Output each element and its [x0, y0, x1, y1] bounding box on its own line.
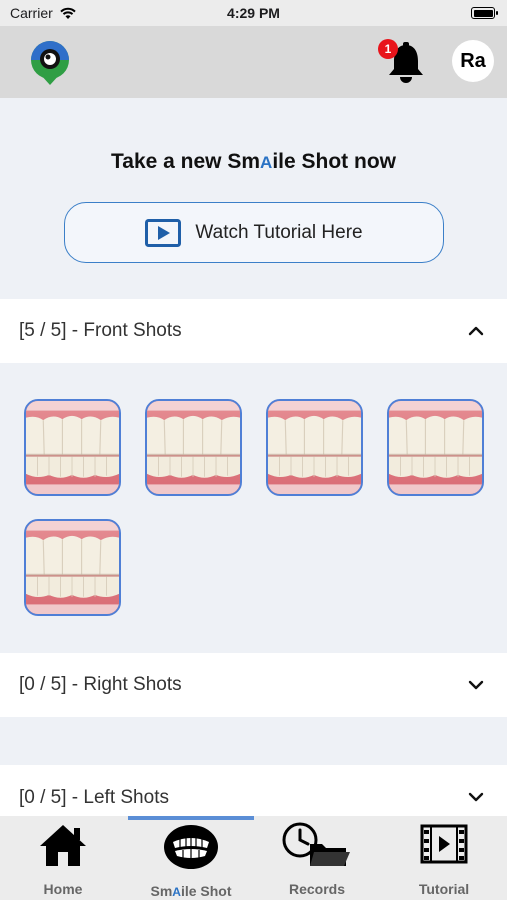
battery-icon	[471, 7, 498, 19]
tab-smile-brand-letter: A	[172, 885, 181, 899]
tab-smile-text-start: Sm	[150, 883, 173, 899]
play-icon	[145, 218, 182, 247]
chevron-down-icon	[468, 680, 484, 690]
left-shots-label: [0 / 5] - Left Shots	[19, 787, 169, 808]
status-bar: Carrier 4:29 PM	[0, 0, 507, 26]
home-icon	[40, 825, 86, 866]
page-title: Take a new SmAile Shot now	[0, 150, 507, 174]
film-icon	[420, 824, 468, 864]
front-shots-header[interactable]: [5 / 5] - Front Shots	[0, 299, 507, 363]
front-shots-label: [5 / 5] - Front Shots	[19, 320, 182, 341]
notification-badge: 1	[378, 39, 398, 59]
teeth-photo	[268, 401, 361, 494]
headline-text-end: ile Shot now	[272, 150, 396, 173]
front-shot-thumbnail[interactable]	[145, 399, 242, 496]
teeth-icon	[164, 825, 218, 869]
chevron-up-icon	[468, 326, 484, 336]
left-shots-header[interactable]: [0 / 5] - Left Shots	[0, 765, 507, 821]
headline-brand-letter: A	[260, 153, 273, 172]
avatar[interactable]: Ra	[452, 40, 494, 82]
teeth-photo	[26, 521, 119, 614]
tab-records-label: Records	[288, 881, 346, 897]
front-shot-thumbnail[interactable]	[24, 399, 121, 496]
front-shot-thumbnail[interactable]	[24, 519, 121, 616]
teeth-photo	[147, 401, 240, 494]
headline-text-start: Take a new Sm	[111, 150, 261, 173]
tab-records[interactable]: Records	[254, 822, 380, 898]
tab-home[interactable]: Home	[0, 822, 126, 898]
teeth-photo	[389, 401, 482, 494]
tab-smile-text-end: ile Shot	[180, 883, 232, 899]
tab-home-label: Home	[43, 881, 83, 897]
right-shots-header[interactable]: [0 / 5] - Right Shots	[0, 653, 507, 717]
front-shot-thumbnail[interactable]	[387, 399, 484, 496]
app-header: 1 Ra	[0, 26, 507, 98]
tab-tutorial-label: Tutorial	[418, 881, 470, 897]
records-icon	[282, 822, 350, 866]
bottom-tab-bar: Home SmAile Shot Records Tutorial	[0, 816, 507, 900]
app-logo-icon[interactable]	[28, 40, 72, 86]
watch-tutorial-button[interactable]: Watch Tutorial Here	[64, 202, 444, 263]
front-shot-thumbnail[interactable]	[266, 399, 363, 496]
right-shots-label: [0 / 5] - Right Shots	[19, 674, 182, 695]
tab-smile-shot[interactable]: SmAile Shot	[128, 822, 254, 899]
status-time: 4:29 PM	[227, 5, 280, 21]
tab-smile-shot-label: SmAile Shot	[128, 883, 254, 899]
tab-tutorial[interactable]: Tutorial	[381, 822, 507, 898]
teeth-photo	[26, 401, 119, 494]
active-tab-indicator	[128, 816, 254, 820]
watch-tutorial-label: Watch Tutorial Here	[195, 221, 363, 243]
chevron-down-icon	[468, 792, 484, 802]
